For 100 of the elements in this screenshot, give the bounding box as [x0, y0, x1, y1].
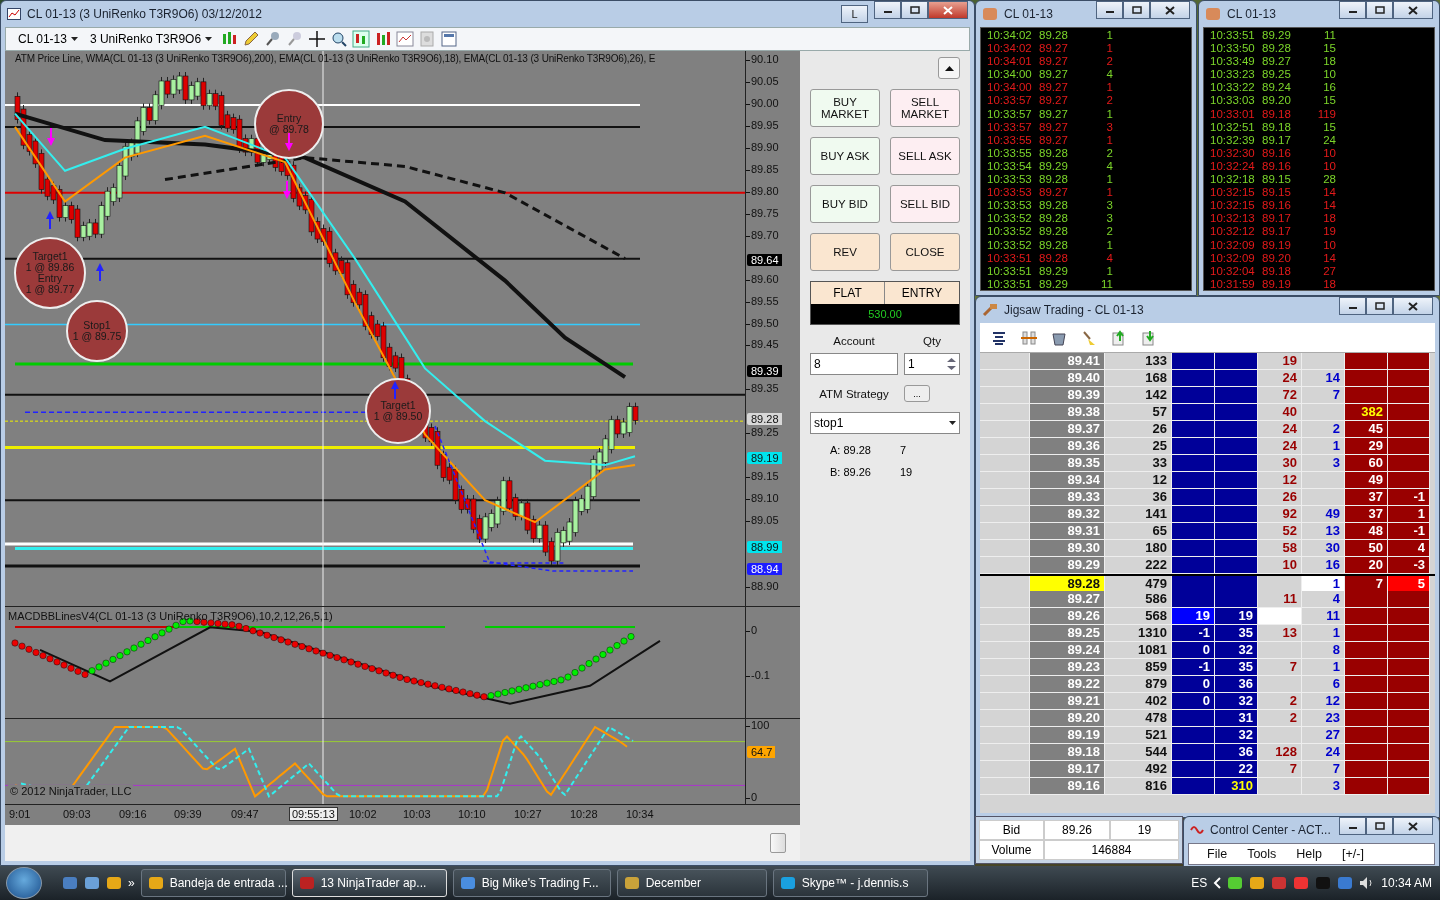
dom-cell: 142: [1105, 387, 1172, 404]
trade-size: 119: [1316, 107, 1336, 121]
dom-cell: 57: [1105, 404, 1172, 421]
axis-label: 0: [746, 791, 758, 803]
price-marker: 89.19: [747, 452, 782, 464]
dom-cell: 19: [1215, 608, 1258, 625]
taskbar-button[interactable]: December: [616, 869, 767, 897]
instrument-dropdown[interactable]: CL 01-13: [14, 32, 82, 46]
bar-type-dropdown[interactable]: 3 UniRenko T3R9O6: [85, 32, 217, 46]
dom-cell: 12: [1302, 693, 1345, 710]
axis-label: 89.70: [746, 228, 779, 241]
taskbar-button[interactable]: Bandeja de entrada ...: [140, 869, 286, 897]
order-button[interactable]: SELL MARKET: [890, 89, 960, 127]
order-button[interactable]: BUY BID: [810, 185, 880, 223]
dom-cell: 31: [1215, 710, 1258, 727]
trade-price: 89.16: [1262, 159, 1292, 174]
order-button[interactable]: REV: [810, 233, 880, 271]
trade-time: 10:33:52: [987, 225, 1033, 239]
trade-time: 10:32:30: [1210, 146, 1256, 160]
dom-cell: 478: [1105, 710, 1172, 727]
dom-cell: 544: [1105, 744, 1172, 761]
trade-time: 10:32:24: [1210, 159, 1256, 174]
trade-time: 10:32:09: [1210, 238, 1256, 252]
account-field[interactable]: 8: [810, 353, 898, 375]
dom-cell: 50: [1345, 540, 1388, 557]
dom-cell: 8: [1302, 642, 1345, 659]
menu-item[interactable]: [+/-]: [1342, 847, 1364, 861]
taskbar-button[interactable]: Big Mike's Trading F...: [452, 869, 611, 897]
window-title: CL 01-13: [1227, 7, 1277, 21]
dom-cell: 13: [1302, 523, 1345, 540]
trade-time: 10:33:55: [987, 146, 1033, 160]
dom-cell: 24: [1258, 421, 1302, 438]
time-label: 10:10: [458, 808, 486, 820]
dom-cell: 586: [1105, 591, 1172, 608]
trade-size: 1: [1105, 264, 1113, 278]
trade-size: 1: [1105, 173, 1113, 187]
axis-label: 89.35: [746, 382, 779, 395]
order-button[interactable]: CLOSE: [890, 233, 960, 271]
atm-options-button[interactable]: ...: [904, 385, 930, 402]
trade-time: 10:33:52: [987, 212, 1033, 226]
dom-cell: 24: [1258, 370, 1302, 387]
trade-size: 1: [1105, 238, 1113, 252]
dom-cell: 24: [1302, 744, 1345, 761]
dom-cell: 2: [1258, 710, 1302, 727]
trade-size: 10: [1322, 238, 1336, 252]
menu-item[interactable]: File: [1207, 847, 1228, 861]
trade-size: 16: [1322, 81, 1336, 95]
order-button[interactable]: BUY MARKET: [810, 89, 880, 127]
dom-cell: -1: [1172, 659, 1215, 676]
trade-time: 10:33:51: [1210, 29, 1256, 43]
link-button[interactable]: L: [841, 5, 868, 23]
trade-price: 89.29: [1039, 277, 1069, 290]
time-label: 10:27: [514, 808, 542, 820]
dom-cell: 382: [1345, 404, 1388, 421]
dom-cell: -3: [1388, 557, 1430, 574]
price-cell: 89.16: [1030, 778, 1105, 795]
taskbar-button[interactable]: Skype™ - j.dennis.s: [772, 869, 928, 897]
account-label: Account: [832, 335, 876, 347]
trade-time: 10:33:03: [1210, 94, 1256, 108]
trade-size: 1: [1105, 81, 1113, 95]
axis-label: 89.10: [746, 492, 779, 505]
price-cell: 89.24: [1030, 642, 1105, 659]
time-label: 09:03: [63, 808, 91, 820]
trade-price: 89.27: [1039, 94, 1069, 108]
trade-price: 89.28: [1039, 225, 1069, 239]
dom-cell: 33: [1105, 455, 1172, 472]
axis-label: 89.95: [746, 118, 779, 131]
trade-time: 10:34:01: [987, 55, 1033, 69]
time-label: 10:34: [626, 808, 654, 820]
dom-cell: 24: [1258, 438, 1302, 455]
time-label: 9:01: [9, 808, 31, 820]
dom-cell: 11: [1302, 608, 1345, 625]
axis-label: 89.85: [746, 162, 779, 175]
order-button[interactable]: SELL BID: [890, 185, 960, 223]
dom-cell: 1310: [1105, 625, 1172, 642]
order-button[interactable]: BUY ASK: [810, 137, 880, 175]
dom-cell: 3: [1302, 778, 1345, 795]
dom-cell: 26: [1258, 489, 1302, 506]
dom-cell: 1: [1388, 506, 1430, 523]
qty-spinner[interactable]: 1: [904, 353, 960, 375]
trade-time: 10:32:12: [1210, 225, 1256, 239]
trade-price: 89.27: [1262, 55, 1292, 69]
dom-cell: 816: [1105, 778, 1172, 795]
more-button[interactable]: »: [128, 876, 135, 890]
menu-item[interactable]: Help: [1296, 847, 1323, 861]
trade-price: 89.29: [1039, 159, 1069, 174]
dom-cell: 23: [1302, 710, 1345, 727]
time-label: 10:28: [570, 808, 598, 820]
dom-cell: 128: [1258, 744, 1302, 761]
menu-item[interactable]: Tools: [1247, 847, 1277, 861]
trade-price: 89.19: [1262, 277, 1292, 290]
language-indicator[interactable]: ES: [1191, 876, 1208, 890]
dom-cell: 2: [1258, 693, 1302, 710]
trade-time: 10:33:57: [987, 120, 1033, 134]
trade-time: 10:32:51: [1210, 120, 1256, 134]
trade-size: 1: [1105, 133, 1113, 147]
taskbar-button[interactable]: 13 NinjaTrader ap...: [291, 869, 447, 897]
atm-strategy-dropdown[interactable]: stop1: [810, 412, 960, 434]
order-button[interactable]: SELL ASK: [890, 137, 960, 175]
indicator-label: ATM Price Line, WMA(CL 01-13 (3 UniRenko T3R9O6),200), EMA(CL 01-13 (3 UniRenko T3R9O6),18), EMA(CL 01-13 (3 UniRenko T3R9O6),26), E: [15, 53, 656, 64]
